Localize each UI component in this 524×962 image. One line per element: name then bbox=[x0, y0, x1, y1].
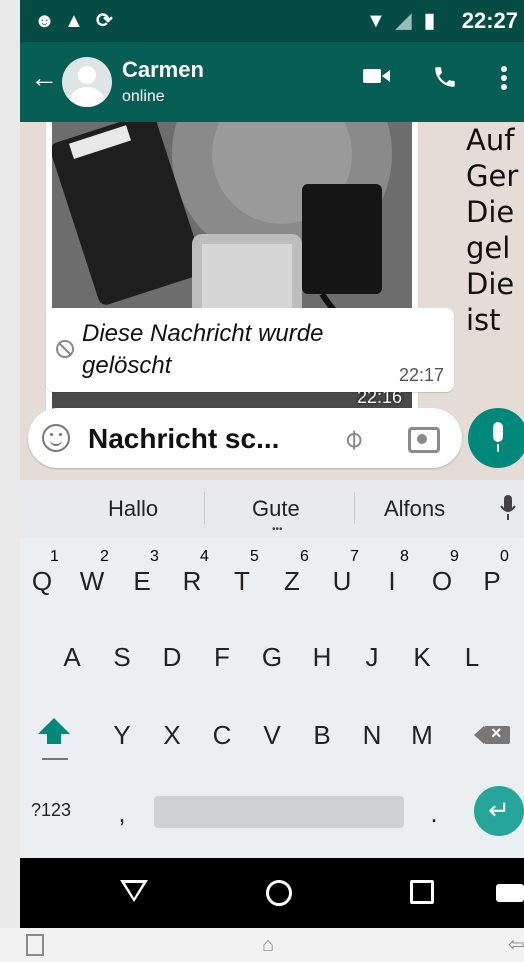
key-e[interactable]: E bbox=[122, 566, 162, 597]
key-u[interactable]: U bbox=[322, 566, 362, 597]
message-input[interactable] bbox=[86, 420, 290, 458]
camera-icon[interactable] bbox=[408, 427, 440, 453]
key-hint: 3 bbox=[150, 548, 159, 565]
mic-icon bbox=[493, 422, 503, 442]
back-icon[interactable]: ⇦ bbox=[508, 932, 524, 957]
key-n[interactable]: N bbox=[352, 720, 392, 751]
key-hint: 6 bbox=[300, 548, 309, 565]
symbols-key[interactable]: ?123 bbox=[28, 800, 74, 821]
key-l[interactable]: L bbox=[452, 642, 492, 673]
keyboard-switch-icon[interactable] bbox=[496, 884, 524, 902]
suggestion-strip: Hallo Gute ••• Alfons bbox=[20, 480, 524, 538]
key-v[interactable]: V bbox=[252, 720, 292, 751]
home-icon[interactable]: ⌂ bbox=[262, 934, 274, 957]
menu-icon[interactable] bbox=[26, 934, 44, 956]
key-p[interactable]: P bbox=[472, 566, 512, 597]
space-bar[interactable] bbox=[154, 796, 404, 828]
key-h[interactable]: H bbox=[302, 642, 342, 673]
contact-name[interactable]: Carmen bbox=[122, 57, 204, 83]
keyboard: Hallo Gute ••• Alfons Q1W2E3R4T5Z6U7I8O9… bbox=[20, 480, 524, 858]
incoming-message-partial: Auf Ger Die gel Die ist bbox=[466, 123, 519, 337]
key-g[interactable]: G bbox=[252, 642, 292, 673]
key-d[interactable]: D bbox=[152, 642, 192, 673]
key-z[interactable]: Z bbox=[272, 566, 312, 597]
suggestion-3[interactable]: Alfons bbox=[384, 496, 445, 522]
key-b[interactable]: B bbox=[302, 720, 342, 751]
key-hint: 4 bbox=[200, 548, 209, 565]
key-x[interactable]: X bbox=[152, 720, 192, 751]
suggestion-1[interactable]: Hallo bbox=[108, 496, 158, 522]
key-j[interactable]: J bbox=[352, 642, 392, 673]
key-y[interactable]: Y bbox=[102, 720, 142, 751]
wifi-icon: ▼ bbox=[366, 10, 386, 32]
backspace-icon[interactable] bbox=[474, 723, 510, 744]
key-q[interactable]: Q bbox=[22, 566, 62, 597]
key-i[interactable]: I bbox=[372, 566, 412, 597]
enter-key[interactable]: ↵ bbox=[474, 786, 524, 836]
comma-key[interactable]: , bbox=[102, 798, 142, 829]
blocked-icon bbox=[56, 340, 74, 358]
emoji-icon[interactable] bbox=[42, 424, 70, 452]
key-hint: 2 bbox=[100, 548, 109, 565]
key-m[interactable]: M bbox=[402, 720, 442, 751]
period-key[interactable]: . bbox=[414, 798, 454, 829]
key-hint: 8 bbox=[400, 548, 409, 565]
battery-icon: ▮ bbox=[424, 10, 436, 32]
nav-back-icon[interactable] bbox=[120, 880, 148, 902]
android-icon: ☻ bbox=[34, 10, 56, 32]
video-call-icon[interactable] bbox=[362, 64, 392, 88]
deleted-message[interactable]: Diese Nachricht wurde gelöscht 22:17 bbox=[46, 308, 454, 392]
paperclip-icon[interactable]: ⌀ bbox=[335, 421, 370, 456]
voice-input-icon[interactable] bbox=[500, 494, 516, 522]
chat-header: ← Carmen online bbox=[20, 42, 524, 122]
key-a[interactable]: A bbox=[52, 642, 92, 673]
back-arrow-icon[interactable]: ← bbox=[30, 62, 58, 94]
composer-bar: ⌀ bbox=[28, 408, 462, 468]
key-hint: 7 bbox=[350, 548, 359, 565]
avatar[interactable] bbox=[62, 57, 112, 107]
key-k[interactable]: K bbox=[402, 642, 442, 673]
key-hint: 0 bbox=[500, 548, 509, 565]
key-r[interactable]: R bbox=[172, 566, 212, 597]
key-o[interactable]: O bbox=[422, 566, 462, 597]
nav-recents-icon[interactable] bbox=[410, 880, 434, 904]
key-hint: 1 bbox=[50, 548, 59, 565]
key-s[interactable]: S bbox=[102, 642, 142, 673]
warning-icon: ▲ bbox=[64, 10, 84, 32]
phone-screen: ☻ ▲ ⟳ ▼ ◢ ▮ 22:27 ← Carmen online 22:16 … bbox=[20, 0, 524, 928]
suggestion-2[interactable]: Gute bbox=[252, 496, 300, 522]
contact-status: online bbox=[122, 88, 165, 105]
signal-icon: ◢ bbox=[396, 10, 412, 32]
deleted-message-text: Diese Nachricht wurde gelöscht bbox=[82, 320, 324, 379]
key-hint: 9 bbox=[450, 548, 459, 565]
shift-icon[interactable] bbox=[38, 718, 70, 744]
key-c[interactable]: C bbox=[202, 720, 242, 751]
phone-icon[interactable] bbox=[432, 64, 458, 90]
sync-icon: ⟳ bbox=[96, 10, 113, 32]
status-time: 22:27 bbox=[461, 8, 518, 33]
navigation-bar bbox=[20, 858, 524, 928]
mic-button[interactable] bbox=[468, 408, 524, 468]
key-hint: 5 bbox=[250, 548, 259, 565]
status-bar: ☻ ▲ ⟳ ▼ ◢ ▮ 22:27 bbox=[20, 0, 524, 42]
deleted-message-time: 22:17 bbox=[398, 365, 444, 385]
key-t[interactable]: T bbox=[222, 566, 262, 597]
key-w[interactable]: W bbox=[72, 566, 112, 597]
nav-home-icon[interactable] bbox=[266, 880, 292, 906]
key-f[interactable]: F bbox=[202, 642, 242, 673]
more-icon[interactable] bbox=[498, 64, 510, 92]
host-bottom-bar: ⌂ ⇦ bbox=[0, 928, 524, 962]
